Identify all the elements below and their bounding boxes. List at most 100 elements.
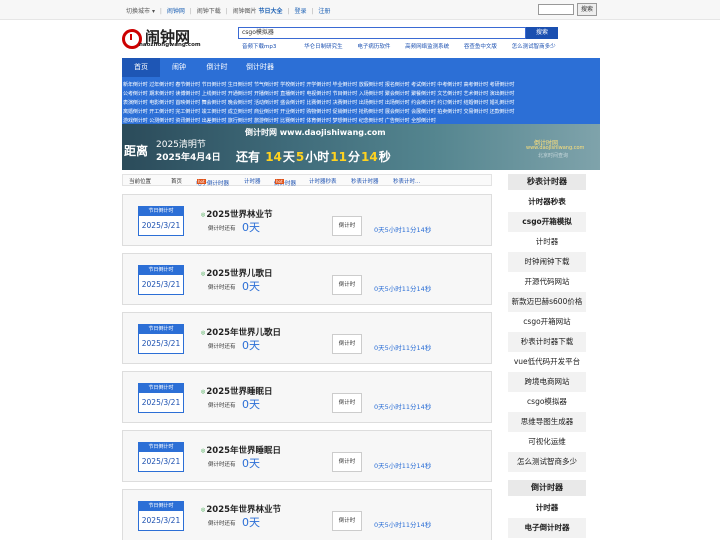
- sidebar-item[interactable]: 电子倒计时器: [508, 518, 586, 538]
- days-value: 0天: [242, 516, 260, 529]
- breadcrumb-label: 当前位置: [129, 179, 152, 185]
- sidebar-item[interactable]: 计时器秒表: [508, 192, 586, 212]
- countdown-banner[interactable]: 倒计时网 www.daojishiwang.com 距离 2025清明节 202…: [122, 124, 600, 170]
- list-item[interactable]: 节日倒计时2025/3/21 2025年世界睡眠日 倒计时还有 0天 倒计时 0…: [122, 430, 492, 482]
- category-row[interactable]: 离婚倒计时 开工倒计时 完工倒计时 竣工倒计时 成立倒计时 商业倒计时 开业倒计…: [123, 108, 599, 115]
- category-row[interactable]: 公考倒计时 期末倒计时 读博倒计时 上线倒计时 开通倒计时 开播倒计时 直播倒计…: [123, 90, 599, 97]
- badge-header: 节日倒计时: [139, 502, 183, 511]
- hot-badge: hot: [275, 179, 284, 184]
- login-link[interactable]: 登录: [294, 8, 306, 15]
- main-nav: 首页 闹钟 倒计时 倒计时器: [122, 58, 600, 77]
- nav-item-countdown[interactable]: 倒计时: [198, 58, 236, 77]
- top-links: 切换城市 ▾ | 闹钟网 | 闹钟下载 | 闹钟图片 节日大全 | 登录 | 注…: [126, 6, 330, 15]
- category-links: 新年倒计时 过年倒计时 春节倒计时 节日倒计时 生日倒计时 节气倒计时 学校倒计…: [122, 77, 600, 124]
- countdown-minutes: 11: [330, 150, 347, 164]
- banner-right-sub: 北京时间查询: [538, 153, 569, 159]
- badge-date: 2025/3/21: [141, 339, 181, 348]
- countdown-button[interactable]: 倒计时: [332, 452, 362, 472]
- list-item[interactable]: 节日倒计时2025/3/21 2025年世界林业节 倒计时还有 0天 倒计时 0…: [122, 489, 492, 540]
- date-badge: 节日倒计时 2025/3/21: [138, 324, 184, 354]
- hot-links: 音频下载mp3 华仑日制研究生 电子病历软件 高频网络监测系统 吞查鱼中文版 怎…: [242, 42, 569, 50]
- date-badge: 节日倒计时 2025/3/21: [138, 206, 184, 236]
- list-item[interactable]: 节日倒计时 2025/3/21 2025世界林业节 倒计时还有 0天 倒计时 0天…: [122, 194, 492, 246]
- hot-link[interactable]: 吞查鱼中文版: [464, 44, 497, 50]
- countdown-prefix: 还有: [236, 150, 261, 164]
- item-title[interactable]: 2025世界儿歌日: [201, 267, 272, 279]
- days-value: 0天: [242, 339, 260, 352]
- hot-link[interactable]: 高频网络监测系统: [405, 44, 449, 50]
- hot-link[interactable]: 电子病历软件: [357, 44, 390, 50]
- top-link[interactable]: 闹钟下载: [197, 8, 221, 15]
- divider: |: [189, 8, 192, 15]
- nav-item-home[interactable]: 首页: [122, 58, 160, 77]
- sidebar-title[interactable]: 倒计时器: [508, 480, 586, 496]
- divider: |: [287, 8, 290, 15]
- countdown-seconds: 14: [361, 150, 378, 164]
- banner-label: 距离: [124, 144, 149, 158]
- divider: |: [311, 8, 314, 15]
- category-row[interactable]: 表演倒计时 电影倒计时 首映倒计时 舞会倒计时 晚会倒计时 活动倒计时 盛会倒计…: [123, 99, 599, 106]
- sidebar-item[interactable]: 计时器: [508, 232, 586, 252]
- days-value: 0天: [242, 457, 260, 470]
- register-link[interactable]: 注册: [318, 8, 330, 15]
- breadcrumb-link[interactable]: 计时器: [244, 177, 261, 185]
- breadcrumb-home[interactable]: 首页: [171, 177, 182, 185]
- top-link-highlight[interactable]: 节日大全: [259, 8, 283, 15]
- countdown-button[interactable]: 倒计时: [332, 216, 362, 236]
- sidebar-item[interactable]: 计时器: [508, 498, 586, 518]
- breadcrumb-link[interactable]: 计时器秒表: [309, 177, 337, 185]
- days-value: 0天: [242, 221, 260, 234]
- countdown-button[interactable]: 倒计时: [332, 334, 362, 354]
- breadcrumb-link[interactable]: 秒表计时...: [393, 177, 420, 185]
- countdown-label: 倒计时还有: [208, 285, 236, 291]
- category-row[interactable]: 新年倒计时 过年倒计时 春节倒计时 节日倒计时 生日倒计时 节气倒计时 学校倒计…: [123, 81, 599, 88]
- hot-link[interactable]: 怎么测试智商多少: [512, 44, 556, 50]
- list-item[interactable]: 节日倒计时2025/3/21 2025年世界儿歌日 倒计时还有 0天 倒计时 0…: [122, 312, 492, 364]
- countdown-button[interactable]: 倒计时: [332, 275, 362, 295]
- list-item[interactable]: 节日倒计时 2025/3/21 2025世界儿歌日 倒计时还有 0天 倒计时 0天…: [122, 253, 492, 305]
- search-input[interactable]: csgo模拟器: [238, 27, 526, 39]
- sidebar-item[interactable]: 开源代码网站: [508, 272, 586, 292]
- banner-date: 2025年4月4日: [156, 153, 221, 163]
- sidebar-item[interactable]: 思维导图生成器: [508, 412, 586, 432]
- breadcrumb-link[interactable]: 秒表计时器: [351, 177, 379, 185]
- top-link[interactable]: 闹钟图片: [233, 8, 257, 15]
- banner-countdown: 还有 14天5小时11分14秒: [236, 148, 391, 165]
- top-search-input[interactable]: [538, 4, 574, 15]
- banner-festival: 2025清明节: [156, 140, 206, 150]
- city-switch[interactable]: 切换城市: [126, 8, 150, 15]
- nav-item-countdown-timer[interactable]: 倒计时器: [236, 58, 284, 77]
- sidebar-item[interactable]: csgo开箱模拟: [508, 212, 586, 232]
- sidebar-item[interactable]: 新款迈巴赫s600价格: [508, 292, 586, 312]
- sidebar-item[interactable]: 怎么测试智商多少: [508, 452, 586, 472]
- sidebar-item[interactable]: csgo开箱网站: [508, 312, 586, 332]
- category-row[interactable]: 游戏倒计时 公测倒计时 资讯倒计时 出差倒计时 旅行倒计时 旅游倒计时 比赛倒计…: [123, 117, 599, 124]
- top-bar: 切换城市 ▾ | 闹钟网 | 闹钟下载 | 闹钟图片 节日大全 | 登录 | 注…: [0, 0, 720, 20]
- sidebar-item[interactable]: 跨境电商网站: [508, 372, 586, 392]
- sidebar-item[interactable]: 可视化运维: [508, 432, 586, 452]
- chevron-down-icon: ▾: [151, 8, 155, 15]
- item-title[interactable]: 2025世界林业节: [201, 208, 272, 220]
- countdown-button[interactable]: 倒计时: [332, 393, 362, 413]
- badge-header: 节日倒计时: [139, 384, 183, 393]
- badge-header: 节日倒计时: [139, 443, 183, 452]
- sidebar-title[interactable]: 秒表计时器: [508, 174, 586, 190]
- search-button[interactable]: 搜索: [526, 27, 558, 39]
- hot-link[interactable]: 音频下载mp3: [242, 44, 289, 50]
- top-search-button[interactable]: 搜索: [577, 3, 597, 16]
- sidebar-item[interactable]: vue低代码开发平台: [508, 352, 586, 372]
- logo-domain: naozhongwang.com: [139, 42, 201, 48]
- list-item[interactable]: 节日倒计时 2025/3/21 2025世界睡眠日 倒计时还有 0天 倒计时 0天…: [122, 371, 492, 423]
- countdown-unit: 天: [282, 150, 295, 164]
- top-link[interactable]: 闹钟网: [167, 8, 185, 15]
- countdown-button[interactable]: 倒计时: [332, 511, 362, 531]
- countdown-days: 14: [265, 150, 282, 164]
- hot-link[interactable]: 华仑日制研究生: [304, 44, 343, 50]
- badge-header: 节日倒计时: [139, 325, 183, 334]
- sidebar-item[interactable]: 秒表计时器下载: [508, 332, 586, 352]
- sidebar-item[interactable]: 时钟闹钟下载: [508, 252, 586, 272]
- item-title[interactable]: 2025世界睡眠日: [201, 385, 272, 397]
- date-badge: 节日倒计时 2025/3/21: [138, 383, 184, 413]
- sidebar-item[interactable]: csgo模拟器: [508, 392, 586, 412]
- nav-item-alarm[interactable]: 闹钟: [160, 58, 198, 77]
